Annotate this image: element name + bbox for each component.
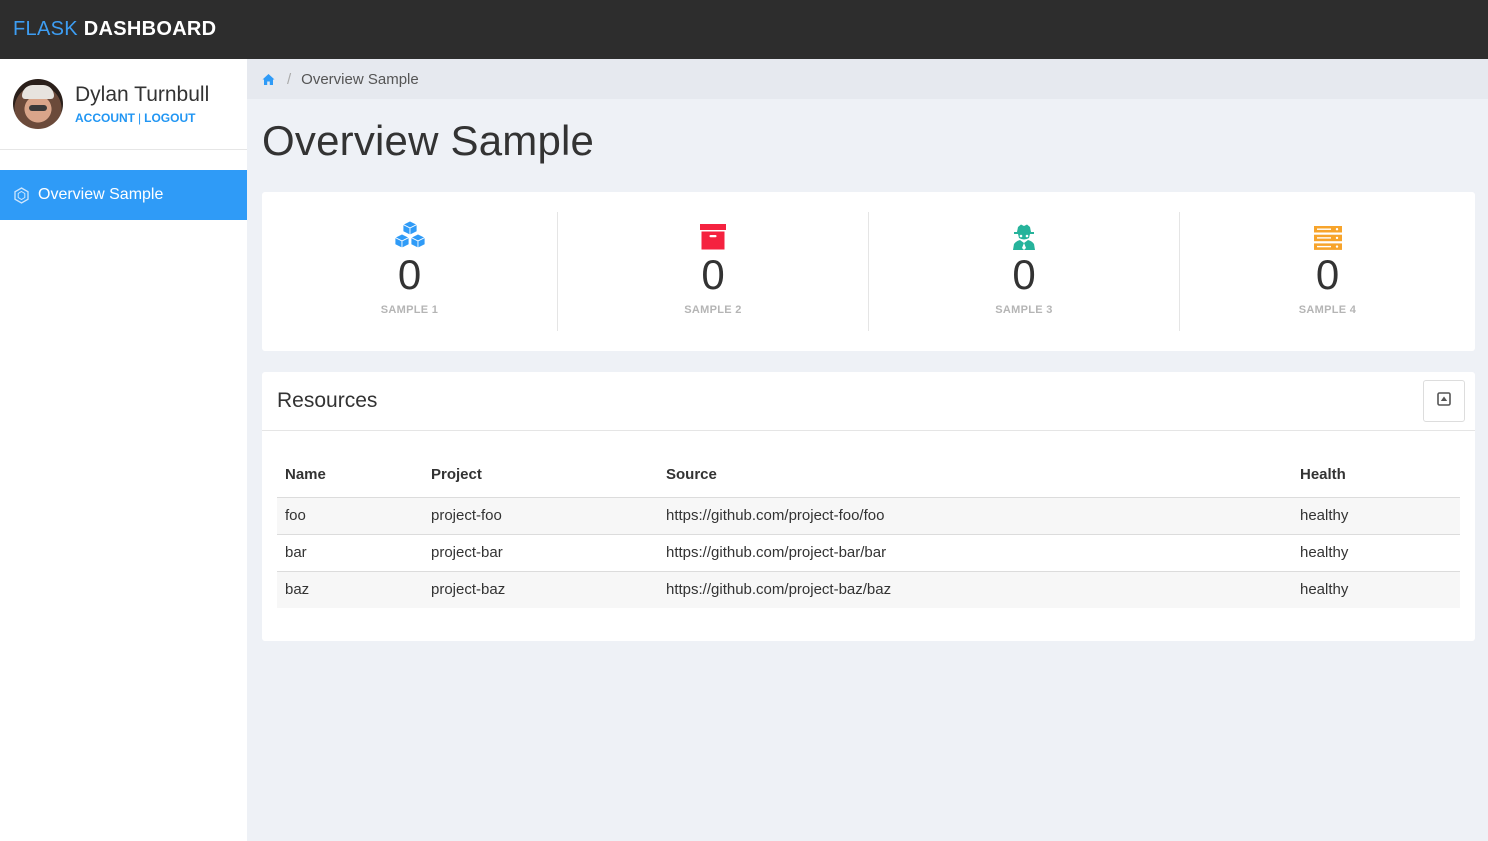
table-row: baz project-baz https://github.com/proje… bbox=[277, 571, 1460, 608]
cell-project: project-foo bbox=[423, 497, 658, 535]
cell-source: https://github.com/project-baz/baz bbox=[658, 571, 1292, 608]
column-header-source[interactable]: Source bbox=[658, 452, 1292, 498]
cell-project: project-baz bbox=[423, 571, 658, 608]
stat-value: 0 bbox=[1315, 251, 1340, 298]
cell-name: foo bbox=[277, 497, 423, 535]
link-separator: | bbox=[138, 111, 142, 125]
column-header-name[interactable]: Name bbox=[277, 452, 423, 498]
resources-header: Resources bbox=[262, 372, 1475, 431]
table-row: foo project-foo https://github.com/proje… bbox=[277, 497, 1460, 535]
cell-source: https://github.com/project-bar/bar bbox=[658, 534, 1292, 572]
table-row: bar project-bar https://github.com/proje… bbox=[277, 534, 1460, 572]
account-link[interactable]: ACCOUNT bbox=[75, 111, 135, 125]
stat-label: SAMPLE 3 bbox=[995, 304, 1053, 316]
top-navbar: FLASK DASHBOARD bbox=[0, 0, 1488, 59]
column-header-health[interactable]: Health bbox=[1292, 452, 1460, 498]
stat-label: SAMPLE 1 bbox=[380, 304, 439, 316]
sidebar-item-label: Overview Sample bbox=[38, 186, 164, 203]
cell-health: healthy bbox=[1292, 497, 1460, 535]
stat-value: 0 bbox=[397, 251, 422, 298]
user-links: ACCOUNT | LOGOUT bbox=[75, 111, 209, 125]
logout-link[interactable]: LOGOUT bbox=[144, 111, 195, 125]
cell-source: https://github.com/project-foo/foo bbox=[658, 497, 1292, 535]
brand-part1: FLASK bbox=[13, 18, 78, 40]
archive-icon bbox=[700, 220, 726, 250]
resources-table: Name Project Source Health foo project-f… bbox=[277, 452, 1460, 608]
home-icon[interactable] bbox=[262, 73, 275, 86]
cell-name: baz bbox=[277, 571, 423, 608]
stat-sample-3: 0 SAMPLE 3 bbox=[868, 212, 1179, 331]
page-title: Overview Sample bbox=[262, 117, 595, 164]
sidebar: Dylan Turnbull ACCOUNT | LOGOUT Overview S… bbox=[0, 59, 247, 841]
user-name: Dylan Turnbull bbox=[75, 83, 210, 106]
profile-text: Dylan Turnbull ACCOUNT | LOGOUT bbox=[75, 83, 209, 125]
table-header-row: Name Project Source Health bbox=[277, 452, 1460, 498]
collapse-button[interactable] bbox=[1423, 380, 1465, 422]
brand-logo[interactable]: FLASK DASHBOARD bbox=[13, 18, 216, 41]
cell-project: project-bar bbox=[423, 534, 658, 572]
stat-value: 0 bbox=[701, 251, 725, 298]
breadcrumb-current: Overview Sample bbox=[301, 70, 419, 88]
stat-sample-2: 0 SAMPLE 2 bbox=[557, 212, 868, 331]
column-header-project[interactable]: Project bbox=[423, 452, 658, 498]
cell-name: bar bbox=[277, 534, 423, 572]
sidebar-item-overview-sample[interactable]: Overview Sample bbox=[0, 170, 247, 220]
hexagon-icon bbox=[13, 186, 30, 204]
resources-card: Resources Name Project Source Health foo bbox=[262, 372, 1475, 641]
stat-sample-1: 0 SAMPLE 1 bbox=[262, 212, 557, 331]
stats-card: 0 SAMPLE 1 0 SAMPLE 2 0 SAMPLE 3 0 SAMPL… bbox=[262, 192, 1475, 351]
server-icon bbox=[1313, 220, 1342, 250]
user-profile: Dylan Turnbull ACCOUNT | LOGOUT bbox=[0, 59, 247, 150]
stat-label: SAMPLE 4 bbox=[1298, 304, 1357, 316]
user-secret-icon bbox=[1012, 220, 1036, 250]
cell-health: healthy bbox=[1292, 534, 1460, 572]
breadcrumb: / Overview Sample bbox=[247, 59, 1488, 99]
stat-label: SAMPLE 2 bbox=[684, 304, 742, 316]
avatar bbox=[13, 79, 63, 129]
brand-part2: DASHBOARD bbox=[83, 18, 217, 40]
main-content: / Overview Sample Overview Sample 0 SAMP… bbox=[247, 59, 1488, 841]
resources-title: Resources bbox=[277, 389, 378, 412]
caret-square-up-icon bbox=[1437, 391, 1451, 411]
cell-health: healthy bbox=[1292, 571, 1460, 608]
cubes-icon bbox=[392, 220, 428, 250]
breadcrumb-separator: / bbox=[287, 70, 292, 88]
stat-sample-4: 0 SAMPLE 4 bbox=[1179, 212, 1475, 331]
stat-value: 0 bbox=[1012, 251, 1036, 298]
